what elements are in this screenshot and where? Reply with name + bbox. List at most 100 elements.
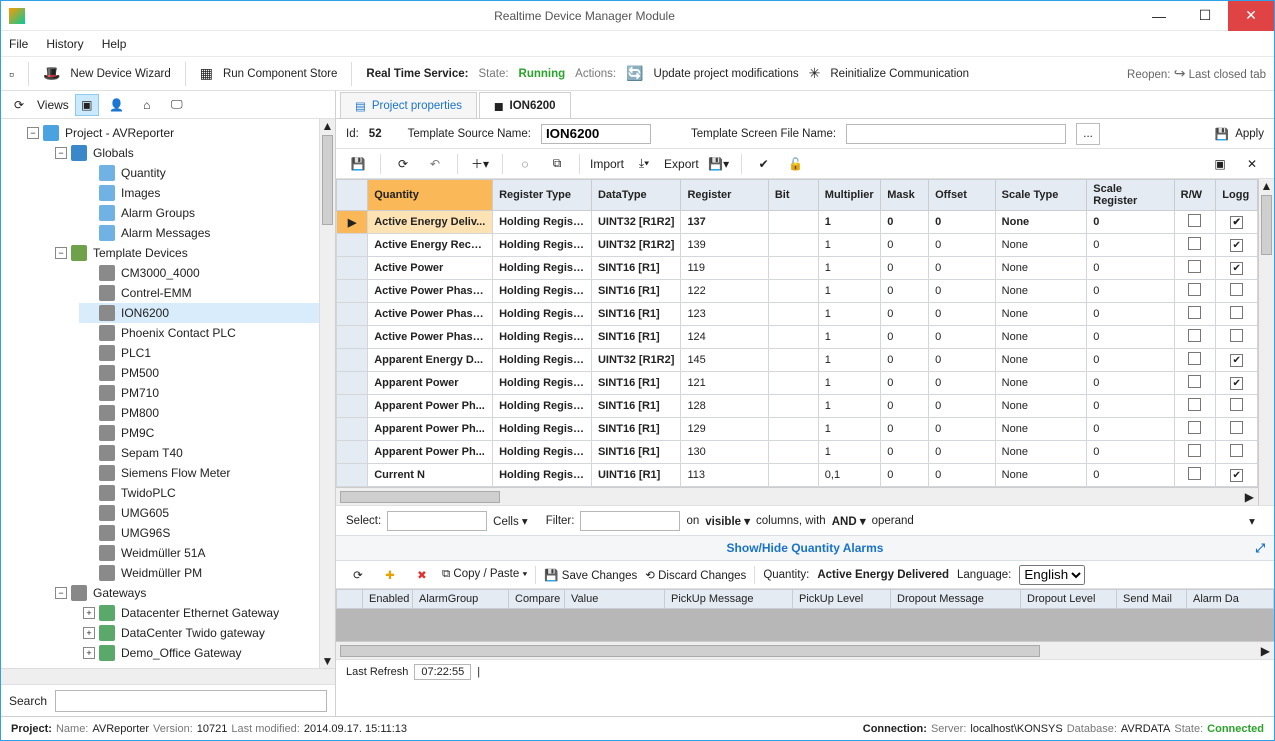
- table-row[interactable]: Apparent Power Ph...Holding RegistersSIN…: [337, 395, 1258, 418]
- filter-menu-button[interactable]: ▾: [1240, 510, 1264, 532]
- menu-help[interactable]: Help: [102, 37, 127, 51]
- checkbox[interactable]: [1188, 421, 1201, 434]
- col-bit[interactable]: Bit: [768, 180, 818, 211]
- tree-item[interactable]: Images: [79, 183, 319, 203]
- expand-icon[interactable]: −: [55, 247, 67, 259]
- checkbox[interactable]: [1188, 214, 1201, 227]
- tree-item[interactable]: Siemens Flow Meter: [79, 463, 319, 483]
- table-row[interactable]: Active Power Phase BHolding RegistersSIN…: [337, 303, 1258, 326]
- table-row[interactable]: Active PowerHolding RegistersSINT16 [R1]…: [337, 257, 1258, 280]
- checkbox[interactable]: [1188, 375, 1201, 388]
- table-row[interactable]: Active Power Phase CHolding RegistersSIN…: [337, 326, 1258, 349]
- table-row[interactable]: Active Energy Recei...Holding RegistersU…: [337, 234, 1258, 257]
- expand-icon[interactable]: +: [83, 647, 95, 659]
- filter-input[interactable]: [580, 511, 680, 531]
- tree-item[interactable]: Alarm Groups: [79, 203, 319, 223]
- tree-item[interactable]: −Globals: [51, 143, 319, 163]
- col-offset[interactable]: Offset: [929, 180, 996, 211]
- tab-ion6200[interactable]: ◼ION6200: [479, 92, 571, 118]
- visible-dropdown[interactable]: visible ▾: [705, 514, 750, 528]
- alarm-discard-button[interactable]: ⟲ Discard Changes: [645, 568, 746, 582]
- tpl-screen-input[interactable]: [846, 124, 1066, 144]
- new-device-wizard[interactable]: New Device Wizard: [70, 68, 170, 80]
- tree-item[interactable]: −Template Devices: [51, 243, 319, 263]
- col-multiplier[interactable]: Multiplier: [818, 180, 880, 211]
- col-register[interactable]: Register: [681, 180, 768, 211]
- lock-button[interactable]: 🔓: [784, 153, 808, 175]
- table-row[interactable]: Current NHolding RegistersUINT16 [R1]113…: [337, 464, 1258, 487]
- tree-item[interactable]: PLC1: [79, 343, 319, 363]
- alarm-grid[interactable]: EnabledAlarmGroupCompare ValuePickUp Mes…: [336, 589, 1274, 609]
- table-row[interactable]: Apparent Power Ph...Holding RegistersSIN…: [337, 418, 1258, 441]
- expand-icon[interactable]: −: [55, 587, 67, 599]
- tree-item[interactable]: UMG605: [79, 503, 319, 523]
- expand-icon[interactable]: +: [83, 607, 95, 619]
- col-scalereg[interactable]: Scale Register: [1087, 180, 1174, 211]
- tree-item[interactable]: Contrel-EMM: [79, 283, 319, 303]
- menu-file[interactable]: File: [9, 37, 28, 51]
- add-button[interactable]: ＋▾: [468, 153, 492, 175]
- export-dd-button[interactable]: 💾▾: [707, 153, 731, 175]
- and-dropdown[interactable]: AND ▾: [832, 514, 866, 528]
- table-row[interactable]: Apparent PowerHolding RegistersSINT16 [R…: [337, 372, 1258, 395]
- grid-vscroll[interactable]: ▲: [1258, 179, 1274, 505]
- maximize-button[interactable]: ☐: [1182, 1, 1228, 31]
- alarm-refresh-button[interactable]: ⟳: [346, 564, 370, 586]
- refresh-grid-button[interactable]: ⟳: [391, 153, 415, 175]
- checkbox[interactable]: [1188, 398, 1201, 411]
- tree-item[interactable]: ION6200: [79, 303, 319, 323]
- tree-item[interactable]: PM9C: [79, 423, 319, 443]
- register-grid[interactable]: Quantity Register Type DataType Register…: [336, 179, 1258, 487]
- col-datatype[interactable]: DataType: [591, 180, 680, 211]
- tree-item[interactable]: Weidmüller PM: [79, 563, 319, 583]
- table-row[interactable]: Apparent Power Ph...Holding RegistersSIN…: [337, 441, 1258, 464]
- browse-button[interactable]: ...: [1076, 123, 1100, 145]
- col-rw[interactable]: R/W: [1174, 180, 1216, 211]
- checkbox[interactable]: [1230, 377, 1243, 390]
- tree-hscroll[interactable]: [1, 668, 335, 684]
- search-input[interactable]: [55, 690, 327, 712]
- update-mods[interactable]: Update project modifications: [654, 68, 799, 80]
- checkbox[interactable]: [1230, 421, 1243, 434]
- table-row[interactable]: Active Power Phase AHolding RegistersSIN…: [337, 280, 1258, 303]
- check-button[interactable]: ✔: [752, 153, 776, 175]
- blank-doc-icon[interactable]: ▫: [9, 66, 14, 82]
- checkbox[interactable]: [1230, 306, 1243, 319]
- alarm-save-button[interactable]: 💾 Save Changes: [544, 568, 637, 582]
- checkbox[interactable]: [1230, 283, 1243, 296]
- col-logg[interactable]: Logg: [1216, 180, 1258, 211]
- checkbox[interactable]: [1188, 260, 1201, 273]
- checkbox[interactable]: [1230, 398, 1243, 411]
- refresh-tree-button[interactable]: ⟳: [7, 94, 31, 116]
- table-row[interactable]: Apparent Energy D...Holding RegistersUIN…: [337, 349, 1258, 372]
- view-1-button[interactable]: ▣: [75, 94, 99, 116]
- tree-item[interactable]: +Datacenter Ethernet Gateway: [79, 603, 319, 623]
- minimize-button[interactable]: —: [1136, 1, 1182, 31]
- checkbox[interactable]: [1230, 354, 1243, 367]
- sync-button[interactable]: ◌: [513, 153, 537, 175]
- tab-project-properties[interactable]: ▤Project properties: [340, 92, 477, 118]
- tree-item[interactable]: Weidmüller 51A: [79, 543, 319, 563]
- tpl-src-input[interactable]: [541, 124, 651, 144]
- alarm-add-button[interactable]: ✚: [378, 564, 402, 586]
- tree-item[interactable]: −Gateways: [51, 583, 319, 603]
- run-component-store[interactable]: Run Component Store: [223, 68, 337, 80]
- checkbox[interactable]: [1188, 237, 1201, 250]
- view-4-button[interactable]: 🖵: [165, 94, 189, 116]
- alarm-copypaste-button[interactable]: ⧉ Copy / Paste ▾: [442, 568, 527, 581]
- checkbox[interactable]: [1230, 329, 1243, 342]
- tree-item[interactable]: Quantity: [79, 163, 319, 183]
- tree-item[interactable]: Sepam T40: [79, 443, 319, 463]
- checkbox[interactable]: [1188, 329, 1201, 342]
- tree-item[interactable]: PM500: [79, 363, 319, 383]
- col-mask[interactable]: Mask: [881, 180, 929, 211]
- tree-item[interactable]: Alarm Messages: [79, 223, 319, 243]
- select-input[interactable]: [387, 511, 487, 531]
- checkbox[interactable]: [1188, 283, 1201, 296]
- checkbox[interactable]: [1230, 469, 1243, 482]
- table-row[interactable]: ▶Active Energy Deliv...Holding Registers…: [337, 211, 1258, 234]
- tree-item[interactable]: Phoenix Contact PLC: [79, 323, 319, 343]
- save-grid-button[interactable]: 💾: [346, 153, 370, 175]
- checkbox[interactable]: [1188, 352, 1201, 365]
- undo-button[interactable]: ↶: [423, 153, 447, 175]
